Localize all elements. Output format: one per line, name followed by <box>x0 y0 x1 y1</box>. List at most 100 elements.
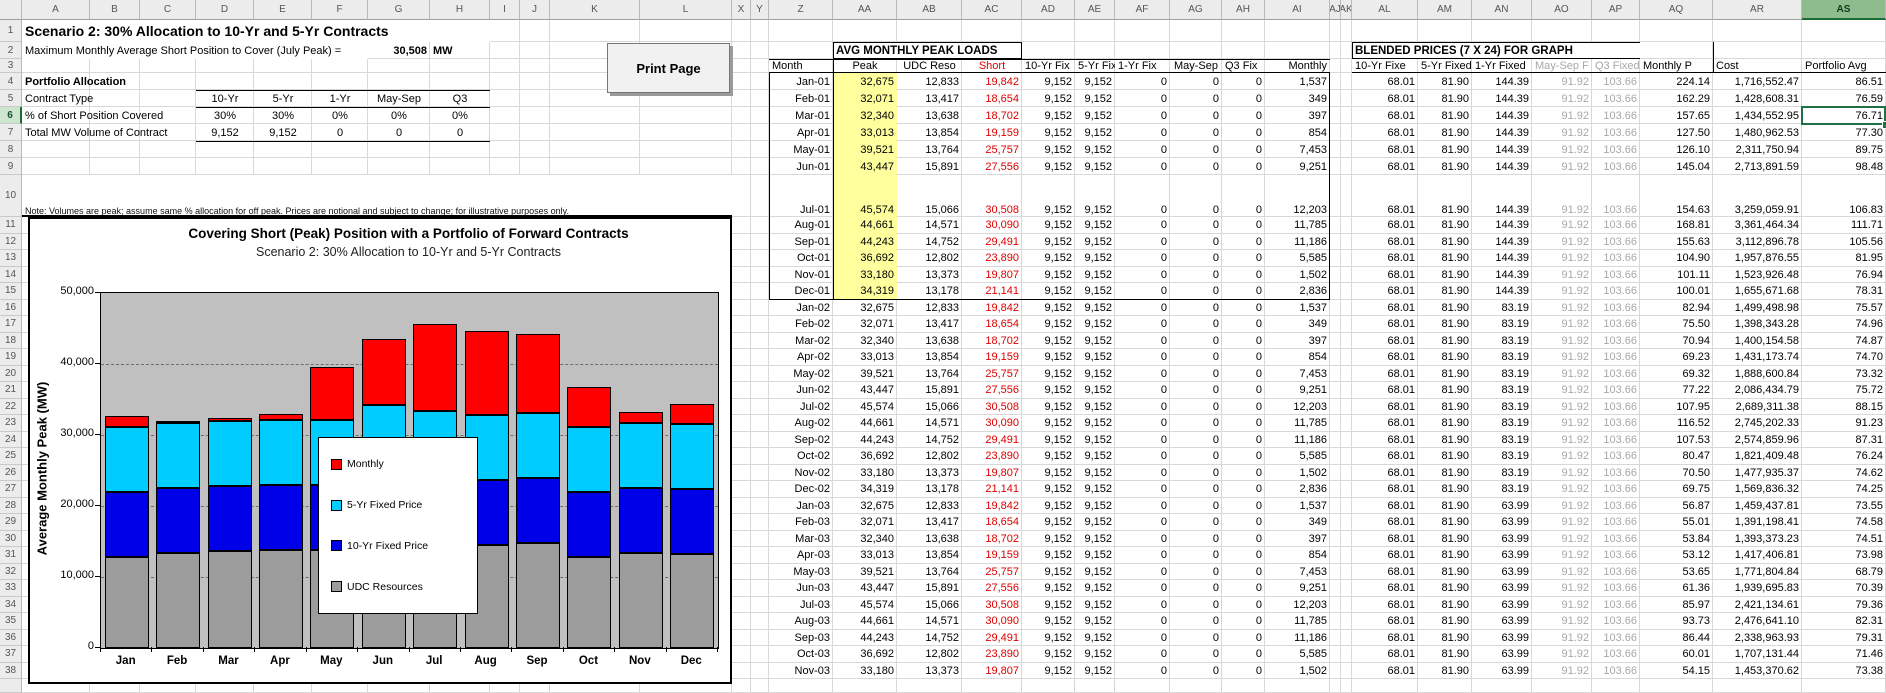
grid-cell-Y12[interactable] <box>751 234 769 251</box>
cell-Z18[interactable]: Mar-02 <box>769 333 833 350</box>
cell-Z33[interactable]: Jun-03 <box>769 580 833 597</box>
cell-AR24[interactable]: 2,574,859.96 <box>1713 432 1802 449</box>
cell-AF23[interactable]: 0 <box>1115 415 1170 432</box>
cell-AH26[interactable]: 0 <box>1222 465 1265 482</box>
cell-AF15[interactable]: 0 <box>1115 283 1170 300</box>
contract-type-4[interactable]: Q3 <box>430 90 490 107</box>
cell-AQ28[interactable]: 56.87 <box>1640 498 1713 515</box>
grid-cell-AJ3[interactable] <box>1330 59 1341 73</box>
grid-cell-Y24[interactable] <box>751 432 769 449</box>
cell-AQ31[interactable]: 53.12 <box>1640 547 1713 564</box>
grid-cell-AJ28[interactable] <box>1330 498 1341 515</box>
cell-AB25[interactable]: 12,802 <box>897 448 962 465</box>
cell-AH13[interactable]: 0 <box>1222 250 1265 267</box>
cell-AP31[interactable]: 103.66 <box>1592 547 1640 564</box>
grid-cell-L7[interactable] <box>640 124 732 141</box>
cell-AQ34[interactable]: 85.97 <box>1640 597 1713 614</box>
cell-AC25[interactable]: 23,890 <box>962 448 1022 465</box>
grid-cell-I5[interactable] <box>490 90 520 107</box>
cell-AB16[interactable]: 12,833 <box>897 300 962 317</box>
column-header-H[interactable]: H <box>430 0 490 20</box>
cell-AF37[interactable]: 0 <box>1115 646 1170 663</box>
cell-AL19[interactable]: 68.01 <box>1352 349 1418 366</box>
cell-AP33[interactable]: 103.66 <box>1592 580 1640 597</box>
row-header-37[interactable]: 37 <box>0 646 22 663</box>
cell-AC7[interactable]: 19,159 <box>962 124 1022 141</box>
cell-AA20[interactable]: 39,521 <box>833 366 897 383</box>
row-header-11[interactable]: 11 <box>0 217 22 234</box>
cell-AB19[interactable]: 13,854 <box>897 349 962 366</box>
cell-AC6[interactable]: 18,702 <box>962 107 1022 124</box>
grid-cell-X13[interactable] <box>732 250 751 267</box>
grid-cell-Y13[interactable] <box>751 250 769 267</box>
cell-AD33[interactable]: 9,152 <box>1022 580 1075 597</box>
cell-AM30[interactable]: 81.90 <box>1418 531 1472 548</box>
cell-AC11[interactable]: 30,090 <box>962 217 1022 234</box>
cell-AO20[interactable]: 91.92 <box>1532 366 1592 383</box>
grid-cell-Xpad[interactable] <box>732 679 751 693</box>
cell-AC21[interactable]: 27,556 <box>962 382 1022 399</box>
cell-AM26[interactable]: 81.90 <box>1418 465 1472 482</box>
row-header-5[interactable]: 5 <box>0 90 22 107</box>
grid-cell-AD2[interactable] <box>1022 42 1075 59</box>
cell-AO28[interactable]: 91.92 <box>1532 498 1592 515</box>
cell-AO12[interactable]: 91.92 <box>1532 234 1592 251</box>
grid-cell-AApad[interactable] <box>833 679 897 693</box>
column-header-AI[interactable]: AI <box>1265 0 1330 20</box>
cell-AE19[interactable]: 9,152 <box>1075 349 1115 366</box>
cell-AO38[interactable]: 91.92 <box>1532 663 1592 680</box>
cell-AE23[interactable]: 9,152 <box>1075 415 1115 432</box>
cell-AC4[interactable]: 19,842 <box>962 73 1022 90</box>
cell-AN38[interactable]: 63.99 <box>1472 663 1532 680</box>
column-header-AM[interactable]: AM <box>1418 0 1472 20</box>
grid-cell-Y22[interactable] <box>751 399 769 416</box>
cell-AQ24[interactable]: 107.53 <box>1640 432 1713 449</box>
grid-cell-AK1[interactable] <box>1341 20 1352 42</box>
grid-cell-Y19[interactable] <box>751 349 769 366</box>
cell-AQ32[interactable]: 53.65 <box>1640 564 1713 581</box>
cell-Z17[interactable]: Feb-02 <box>769 316 833 333</box>
grid-cell-I2[interactable] <box>490 42 520 59</box>
cell-AM25[interactable]: 81.90 <box>1418 448 1472 465</box>
cell-AO25[interactable]: 91.92 <box>1532 448 1592 465</box>
grid-cell-AK4[interactable] <box>1341 73 1352 90</box>
cell-AE15[interactable]: 9,152 <box>1075 283 1115 300</box>
cell-AH20[interactable]: 0 <box>1222 366 1265 383</box>
cell-AG31[interactable]: 0 <box>1170 547 1222 564</box>
cell-AD19[interactable]: 9,152 <box>1022 349 1075 366</box>
cell-AN35[interactable]: 63.99 <box>1472 613 1532 630</box>
cell-AA5[interactable]: 32,071 <box>833 90 897 107</box>
cell-AM23[interactable]: 81.90 <box>1418 415 1472 432</box>
cell-AG37[interactable]: 0 <box>1170 646 1222 663</box>
cell-AC13[interactable]: 23,890 <box>962 250 1022 267</box>
peak-header-0[interactable]: Month <box>769 59 833 73</box>
grid-cell-X4[interactable] <box>732 73 751 90</box>
cell-AI35[interactable]: 11,785 <box>1265 613 1330 630</box>
cell-AH8[interactable]: 0 <box>1222 141 1265 158</box>
cell-AN9[interactable]: 144.39 <box>1472 158 1532 175</box>
cell-AI16[interactable]: 1,537 <box>1265 300 1330 317</box>
cell-AQ33[interactable]: 61.36 <box>1640 580 1713 597</box>
row-header-10[interactable]: 10 <box>0 175 22 217</box>
grid-cell-J4[interactable] <box>520 73 550 90</box>
grid-cell-C3[interactable] <box>140 59 196 73</box>
column-header-AK[interactable]: AK <box>1341 0 1352 20</box>
cell-AR15[interactable]: 1,655,671.68 <box>1713 283 1802 300</box>
row-header-23[interactable]: 23 <box>0 415 22 432</box>
cell-AD34[interactable]: 9,152 <box>1022 597 1075 614</box>
cell-AD21[interactable]: 9,152 <box>1022 382 1075 399</box>
cell-AS19[interactable]: 74.70 <box>1802 349 1886 366</box>
cell-AI23[interactable]: 11,785 <box>1265 415 1330 432</box>
grid-cell-AJ37[interactable] <box>1330 646 1341 663</box>
mw-volume-1[interactable]: 9,152 <box>254 124 312 141</box>
cell-AG4[interactable]: 0 <box>1170 73 1222 90</box>
cell-AF31[interactable]: 0 <box>1115 547 1170 564</box>
grid-cell-Y6[interactable] <box>751 107 769 124</box>
grid-cell-Y10[interactable] <box>751 175 769 217</box>
cell-AC27[interactable]: 21,141 <box>962 481 1022 498</box>
cell-AL8[interactable]: 68.01 <box>1352 141 1418 158</box>
column-header-J[interactable]: J <box>520 0 550 20</box>
cell-AM8[interactable]: 81.90 <box>1418 141 1472 158</box>
cell-Z12[interactable]: Sep-01 <box>769 234 833 251</box>
grid-cell-X18[interactable] <box>732 333 751 350</box>
